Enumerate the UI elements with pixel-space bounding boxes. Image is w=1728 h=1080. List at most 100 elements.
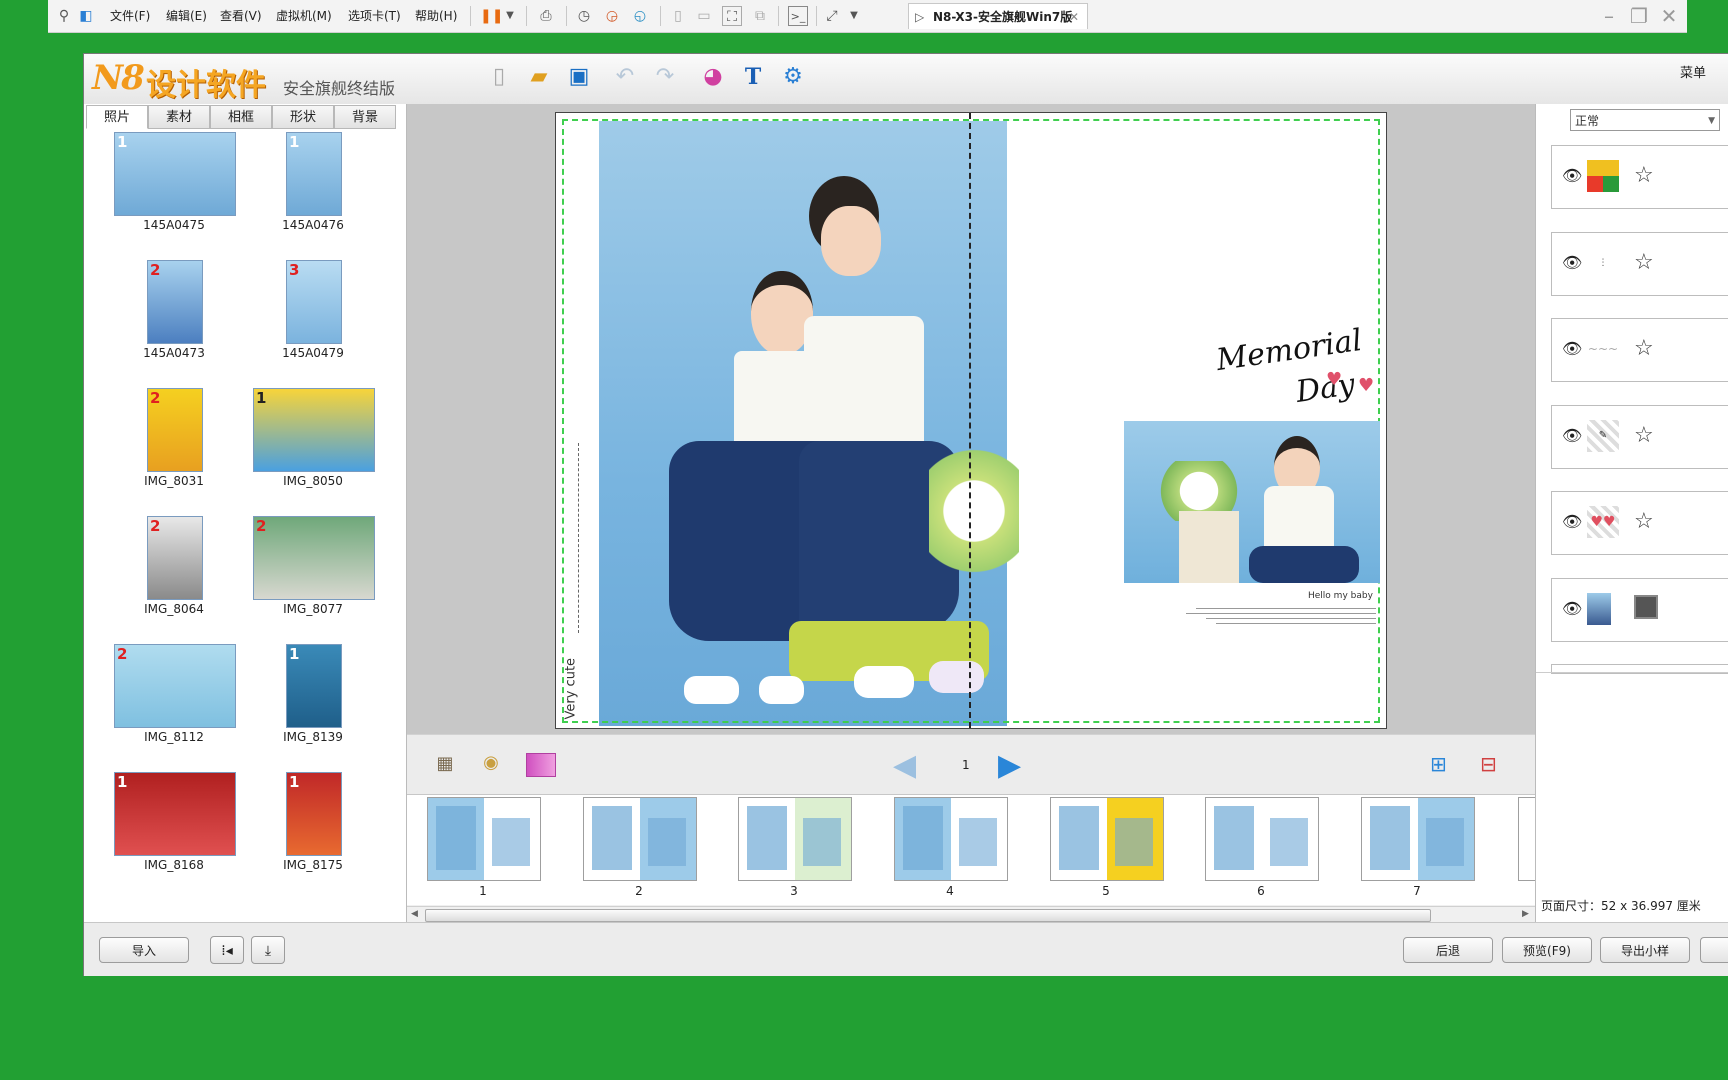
pause-icon[interactable]: ❚❚ xyxy=(480,6,503,26)
pin-icon[interactable]: ⚲ xyxy=(54,6,74,26)
unity-icon[interactable]: ⧉ xyxy=(750,6,770,26)
import-button[interactable]: 导入 xyxy=(99,937,189,963)
secondary-photo[interactable] xyxy=(1124,421,1380,583)
chevron-down-icon[interactable]: ▼ xyxy=(844,6,864,26)
delete-page-icon[interactable]: ⊟ xyxy=(1480,752,1497,776)
template-icon[interactable] xyxy=(526,753,556,777)
star-icon[interactable]: ☆ xyxy=(1634,336,1654,361)
save-icon[interactable]: ▣ xyxy=(564,62,594,92)
photo-thumb[interactable]: 2 IMG_8112 xyxy=(99,644,249,768)
star-icon[interactable]: ☆ xyxy=(1634,509,1654,534)
snapshot-icon[interactable]: ◷ xyxy=(574,6,594,26)
star-icon[interactable]: ☆ xyxy=(1634,250,1654,275)
photo-thumb-image[interactable]: 1 xyxy=(253,388,375,472)
menu-file[interactable]: 文件(F) xyxy=(110,7,150,24)
menu-tabs[interactable]: 选项卡(T) xyxy=(348,7,401,24)
add-page-icon[interactable]: ⊞ xyxy=(1430,752,1447,776)
layer-item[interactable]: 👁 ⋮ ☆ xyxy=(1551,232,1728,296)
send-keys-icon[interactable]: ⎙ xyxy=(536,6,556,26)
menu-edit[interactable]: 编辑(E) xyxy=(166,7,207,24)
revert-snapshot-icon[interactable]: ◶ xyxy=(602,6,622,26)
menu-view[interactable]: 查看(V) xyxy=(220,7,262,24)
back-button[interactable]: 后退 xyxy=(1403,937,1493,963)
eye-icon[interactable]: 👁 xyxy=(1562,339,1582,358)
fullscreen-icon[interactable]: ⛶ xyxy=(722,6,742,26)
layer-item[interactable]: 👁 ✎ ☆ xyxy=(1551,405,1728,469)
close-window-icon[interactable]: ✕ xyxy=(1656,3,1682,29)
menu-help[interactable]: 帮助(H) xyxy=(415,7,457,24)
tab-frames[interactable]: 相框 xyxy=(210,105,272,129)
menu-vm[interactable]: 虚拟机(M) xyxy=(276,7,332,24)
vm-tab[interactable]: ▷ N8-X3-安全旗舰Win7版 ✕ xyxy=(908,3,1088,29)
photo-thumb-image[interactable]: 2 xyxy=(147,260,203,344)
film-page[interactable] xyxy=(1050,797,1164,881)
eye-icon[interactable]: 👁 xyxy=(1562,253,1582,272)
scroll-right-icon[interactable]: ▶ xyxy=(1522,909,1529,919)
text-tool-icon[interactable]: T xyxy=(738,62,768,92)
thumbnail-view-icon[interactable]: ▭ xyxy=(694,6,714,26)
download-button[interactable]: ⤓ xyxy=(251,936,285,964)
next-page-icon[interactable]: ▶ xyxy=(998,748,1021,783)
caption-title[interactable]: Hello my baby xyxy=(1308,591,1373,601)
tab-backgrounds[interactable]: 背景 xyxy=(334,105,396,129)
photo-thumb[interactable]: 3 145A0479 xyxy=(238,260,388,384)
film-page[interactable] xyxy=(1361,797,1475,881)
batch-import-button[interactable]: ⁞◂ xyxy=(210,936,244,964)
layer-item[interactable]: 👁 xyxy=(1551,578,1728,642)
horizontal-scrollbar[interactable]: ◀ ▶ xyxy=(407,906,1535,923)
close-icon[interactable]: ✕ xyxy=(1069,4,1079,30)
film-page[interactable] xyxy=(427,797,541,881)
film-page[interactable] xyxy=(738,797,852,881)
eye-icon[interactable]: 👁 xyxy=(1562,426,1582,445)
preview-button[interactable]: 预览(F9) xyxy=(1502,937,1592,963)
photo-thumb[interactable]: 2 IMG_8077 xyxy=(238,516,388,640)
photo-thumb[interactable]: 1 145A0476 xyxy=(238,132,388,256)
eye-icon[interactable]: 👁 xyxy=(1562,512,1582,531)
photo-thumb[interactable]: 1 145A0475 xyxy=(99,132,249,256)
photo-thumb[interactable]: 1 IMG_8168 xyxy=(99,772,249,896)
eye-icon[interactable]: 👁 xyxy=(1562,166,1582,185)
photo-folder-icon[interactable]: ▦ xyxy=(432,752,458,776)
star-icon[interactable]: ☆ xyxy=(1634,423,1654,448)
new-file-icon[interactable]: ▯ xyxy=(484,62,514,92)
photo-thumb-image[interactable]: 3 xyxy=(286,260,342,344)
tab-shapes[interactable]: 形状 xyxy=(272,105,334,129)
redo-icon[interactable]: ↷ xyxy=(650,62,680,92)
open-folder-icon[interactable]: ▰ xyxy=(524,62,554,92)
film-page-partial[interactable] xyxy=(1518,797,1536,881)
photo-thumb[interactable]: 1 IMG_8139 xyxy=(238,644,388,768)
photo-thumb-image[interactable]: 1 xyxy=(286,644,342,728)
album-spread[interactable]: Very cute Memorial Day ♥ ♥ Hello my baby xyxy=(555,112,1387,729)
tab-materials[interactable]: 素材 xyxy=(148,105,210,129)
photo-thumb-image[interactable]: 2 xyxy=(147,516,203,600)
sidebar-view-icon[interactable]: ▯ xyxy=(668,6,688,26)
star-icon[interactable]: ☆ xyxy=(1634,163,1654,188)
photo-thumb[interactable]: 1 IMG_8050 xyxy=(238,388,388,512)
layer-item[interactable]: 👁 ~~~ ☆ xyxy=(1551,318,1728,382)
photo-thumb-image[interactable]: 2 xyxy=(114,644,236,728)
photo-thumb[interactable]: 2 IMG_8064 xyxy=(99,516,249,640)
photo-thumb[interactable]: 2 IMG_8031 xyxy=(99,388,249,512)
photo-thumb-image[interactable]: 2 xyxy=(147,388,203,472)
photo-thumb-image[interactable]: 1 xyxy=(286,132,342,216)
minimize-icon[interactable]: – xyxy=(1596,3,1622,29)
chevron-down-icon[interactable]: ▼ xyxy=(500,6,520,26)
auto-layout-icon[interactable]: ◉ xyxy=(478,750,504,776)
scroll-thumb[interactable] xyxy=(425,909,1431,922)
photo-thumb[interactable]: 1 IMG_8175 xyxy=(238,772,388,896)
gear-icon[interactable]: ⚙ xyxy=(778,62,808,92)
photo-thumb[interactable]: 2 145A0473 xyxy=(99,260,249,384)
snapshot-manager-icon[interactable]: ◵ xyxy=(630,6,650,26)
blend-mode-select[interactable]: 正常 ▼ xyxy=(1570,109,1720,131)
layer-item[interactable]: 👁 ☆ xyxy=(1551,145,1728,209)
photo-thumb-image[interactable]: 1 xyxy=(114,132,236,216)
export-proof-button[interactable]: 导出小样 xyxy=(1600,937,1690,963)
maximize-icon[interactable]: ❐ xyxy=(1626,3,1652,29)
layer-item[interactable]: 👁 ♥♥ ☆ xyxy=(1551,491,1728,555)
more-button[interactable] xyxy=(1700,937,1728,963)
prev-page-icon[interactable]: ◀ xyxy=(893,748,916,783)
photo-thumb-image[interactable]: 1 xyxy=(286,772,342,856)
console-icon[interactable]: >_ xyxy=(788,6,808,26)
undo-icon[interactable]: ↶ xyxy=(610,62,640,92)
tab-photos[interactable]: 照片 xyxy=(86,105,148,129)
